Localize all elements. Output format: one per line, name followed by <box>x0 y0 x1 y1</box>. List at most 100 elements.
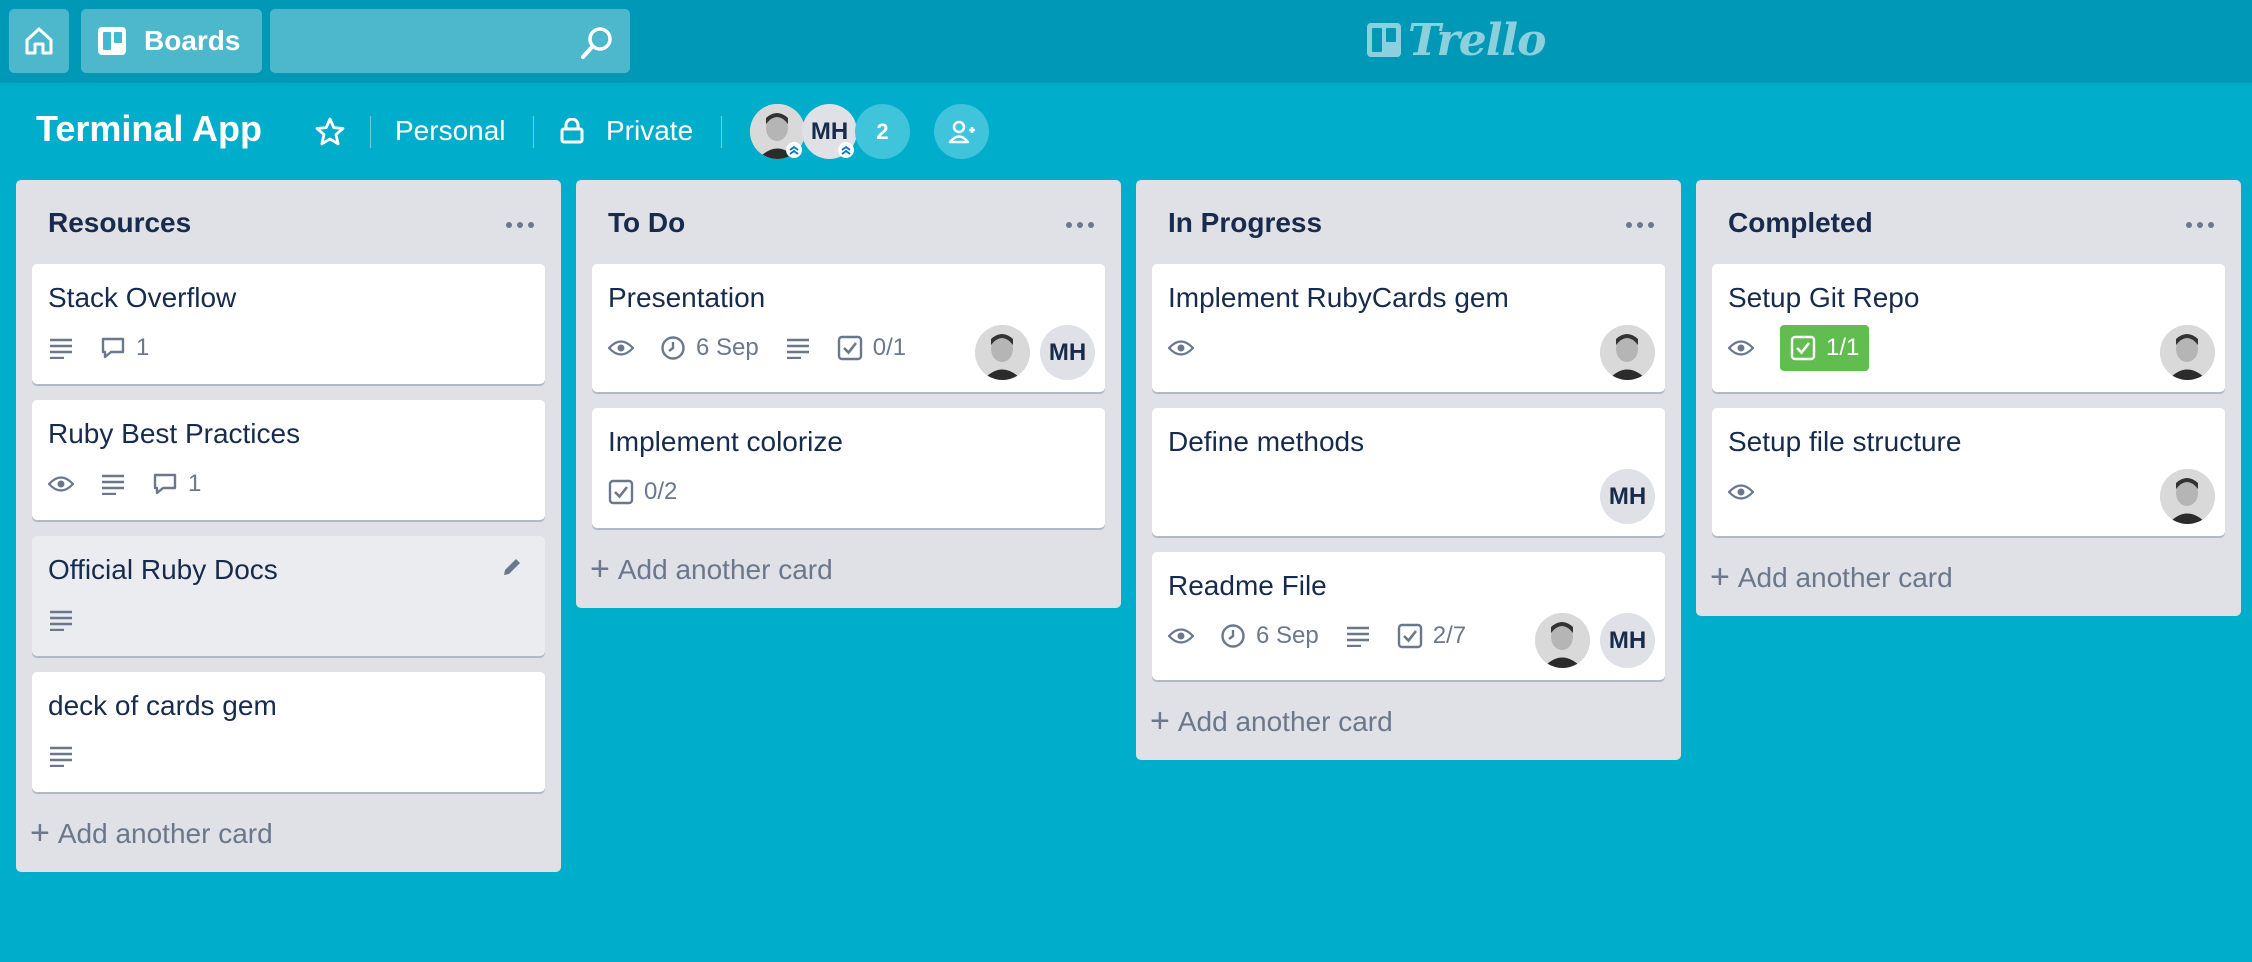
card-title: Presentation <box>608 282 766 313</box>
plus-icon: + <box>1710 558 1730 596</box>
logo-text: Trello <box>1408 14 1546 66</box>
list[interactable]: To Do Presentation 6 Sep 0/1 MH Implement col… <box>576 180 1121 608</box>
card[interactable]: Presentation 6 Sep 0/1 MH <box>592 264 1105 392</box>
badge-text: 1/1 <box>1826 334 1860 361</box>
list-menu-icon[interactable] <box>1065 216 1095 234</box>
admin-badge-icon <box>838 142 854 158</box>
card[interactable]: deck of cards gem <box>32 672 545 792</box>
list-menu-icon[interactable] <box>2185 216 2215 234</box>
clock-badge: 6 Sep <box>660 334 759 362</box>
badge-text: 0/2 <box>644 478 678 505</box>
badge-text: 6 Sep <box>1256 622 1319 649</box>
list-title[interactable]: To Do <box>608 207 685 239</box>
checklist-icon <box>1790 335 1816 361</box>
plus-icon: + <box>30 814 50 852</box>
member-avatar[interactable] <box>2160 325 2215 380</box>
badge-text: 1 <box>136 334 150 361</box>
home-button[interactable] <box>9 9 69 73</box>
list-title[interactable]: In Progress <box>1168 207 1322 239</box>
card-title: Readme File <box>1168 570 1327 601</box>
clock-icon <box>660 335 686 361</box>
card-title: Define methods <box>1168 426 1365 457</box>
card-members: MH <box>1535 613 1655 668</box>
description-badge <box>48 337 74 359</box>
card-badges <box>1728 476 1780 508</box>
comment-icon <box>100 336 126 360</box>
watch-badge <box>48 475 74 493</box>
list[interactable]: Completed Setup Git Repo 1/1 Setup file str… <box>1696 180 2241 616</box>
member-avatar-initials[interactable]: MH <box>1600 613 1655 668</box>
description-badge <box>48 745 74 767</box>
search-icon[interactable] <box>580 26 614 60</box>
watch-icon <box>1168 339 1194 357</box>
header-divider <box>370 116 371 148</box>
card[interactable]: Define methods MH <box>1152 408 1665 536</box>
comment-badge: 1 <box>100 334 149 362</box>
header-divider <box>721 116 722 148</box>
card-badges <box>48 604 100 636</box>
add-card-label: Add another card <box>1737 561 1953 593</box>
watch-icon <box>48 475 74 493</box>
list[interactable]: In Progress Implement RubyCards gem Define… <box>1136 180 1681 760</box>
card-badges: 1 <box>48 332 175 364</box>
list-title[interactable]: Completed <box>1728 207 1873 239</box>
card-title: Ruby Best Practices <box>48 418 301 449</box>
member-avatar-initials[interactable]: MH <box>1600 469 1655 524</box>
boards-icon <box>98 27 126 55</box>
add-card-button[interactable]: + Add another card <box>590 550 833 589</box>
list-title[interactable]: Resources <box>48 207 191 239</box>
team-button[interactable]: Personal <box>395 115 506 147</box>
badge-text: 6 Sep <box>696 334 759 361</box>
list[interactable]: Resources Stack Overflow 1 Ruby Best Practi… <box>16 180 561 872</box>
card-members <box>2160 469 2215 524</box>
card[interactable]: Implement RubyCards gem <box>1152 264 1665 392</box>
checklist-badge: 1/1 <box>1780 325 1870 371</box>
card[interactable]: Setup Git Repo 1/1 <box>1712 264 2225 392</box>
card[interactable]: Setup file structure <box>1712 408 2225 536</box>
card-title: Implement RubyCards gem <box>1168 282 1509 313</box>
star-icon[interactable] <box>315 117 345 147</box>
card-badges: 6 Sep 2/7 <box>1168 620 1492 652</box>
clock-badge: 6 Sep <box>1220 622 1319 650</box>
card[interactable]: Official Ruby Docs <box>32 536 545 656</box>
description-icon <box>48 745 74 767</box>
card[interactable]: Ruby Best Practices 1 <box>32 400 545 520</box>
member-avatar[interactable] <box>2160 469 2215 524</box>
member-avatar-initials[interactable]: MH <box>1040 325 1095 380</box>
list-menu-icon[interactable] <box>505 216 535 234</box>
visibility-button[interactable]: Private <box>560 115 693 147</box>
description-icon <box>48 609 74 631</box>
add-card-button[interactable]: + Add another card <box>1710 558 1953 597</box>
watch-icon <box>1728 339 1754 357</box>
card-badges: 6 Sep 0/1 <box>608 332 932 364</box>
description-icon <box>1345 625 1371 647</box>
card[interactable]: Readme File 6 Sep 2/7 MH <box>1152 552 1665 680</box>
add-card-button[interactable]: + Add another card <box>30 814 273 853</box>
watch-badge <box>1728 339 1754 357</box>
search-input[interactable] <box>270 9 630 73</box>
description-badge <box>100 473 126 495</box>
board-title[interactable]: Terminal App <box>36 108 262 150</box>
member-avatar[interactable] <box>1535 613 1590 668</box>
description-badge <box>785 337 811 359</box>
checklist-badge: 0/2 <box>608 478 677 506</box>
member-avatar[interactable] <box>1600 325 1655 380</box>
watch-badge <box>1728 483 1754 501</box>
invite-member-button[interactable] <box>934 104 989 159</box>
card-badges <box>1168 332 1220 364</box>
card-title: Official Ruby Docs <box>48 554 278 585</box>
card[interactable]: Stack Overflow 1 <box>32 264 545 384</box>
trello-logo[interactable]: Trello <box>1366 15 1546 66</box>
card-title: Stack Overflow <box>48 282 237 313</box>
card[interactable]: Implement colorize 0/2 <box>592 408 1105 528</box>
clock-icon <box>1220 623 1246 649</box>
more-members-count[interactable]: 2 <box>855 104 910 159</box>
watch-badge <box>608 339 634 357</box>
boards-button[interactable]: Boards <box>81 9 262 73</box>
edit-card-icon[interactable] <box>501 556 523 583</box>
watch-badge <box>1168 627 1194 645</box>
list-menu-icon[interactable] <box>1625 216 1655 234</box>
add-card-button[interactable]: + Add another card <box>1150 702 1393 741</box>
member-avatar[interactable] <box>975 325 1030 380</box>
description-icon <box>785 337 811 359</box>
